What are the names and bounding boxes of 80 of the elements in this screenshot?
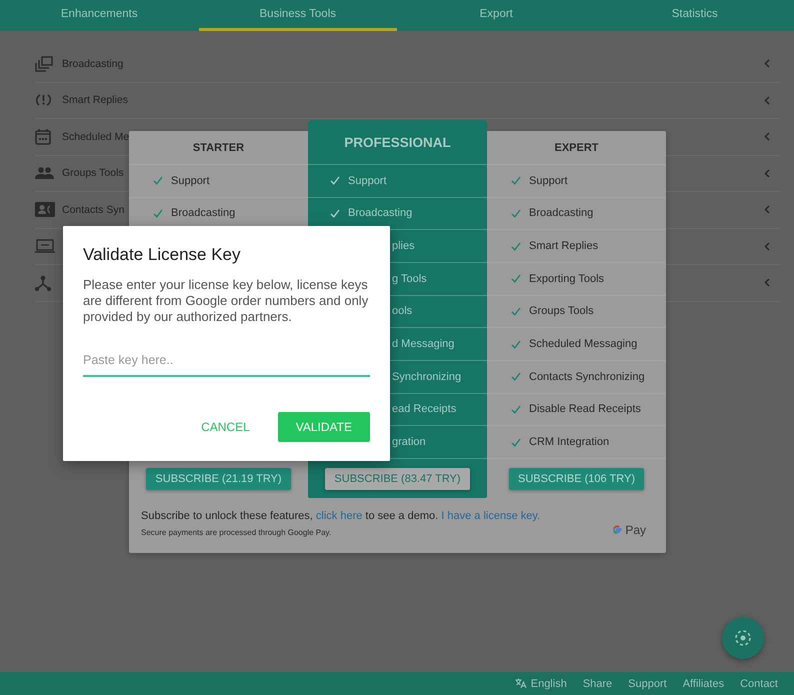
- check-icon: [511, 306, 521, 316]
- dialog-title: Validate License Key: [83, 245, 242, 265]
- dialog-message: Please enter your license key below, license keys are different from Google order numbers and only provided by our authorized partners.: [83, 277, 370, 325]
- feature-label: CRM Integration: [529, 436, 610, 448]
- sidebar-item[interactable]: Groups Tools: [62, 167, 124, 180]
- plan-name: EXPERT: [553, 140, 600, 156]
- check-icon: [511, 208, 521, 218]
- cancel-button[interactable]: CANCEL: [183, 412, 268, 442]
- feature-label: Support: [171, 174, 210, 187]
- feature-label: d Messaging: [392, 338, 454, 350]
- hierarchy-icon: [35, 274, 51, 291]
- footer-link[interactable]: Contact: [740, 678, 778, 690]
- check-icon: [511, 340, 521, 349]
- contact-card-icon: [35, 202, 55, 218]
- feature-label: ead Receipts: [392, 403, 456, 416]
- target-icon: [734, 629, 752, 647]
- stacked-windows-icon: [35, 56, 53, 72]
- tab[interactable]: Statistics: [596, 0, 794, 31]
- check-icon: [511, 372, 521, 382]
- refresh-alert-icon: [35, 92, 52, 108]
- check-icon: [511, 274, 521, 284]
- tab[interactable]: Export: [397, 0, 596, 31]
- feature-label: Broadcasting: [171, 207, 236, 220]
- footer-link[interactable]: Support: [628, 678, 667, 690]
- check-icon: [153, 176, 163, 186]
- check-icon: [511, 438, 521, 447]
- feature-label: Disable Read Receipts: [529, 403, 641, 416]
- feature-label: Exporting Tools: [529, 272, 604, 285]
- subscribe-button[interactable]: SUBSCRIBE (21.19 TRY): [146, 468, 291, 490]
- feature-label: Groups Tools: [529, 305, 594, 318]
- tab[interactable]: Enhancements: [0, 0, 198, 31]
- payment-note: Secure payments are processed through Google Pay.: [141, 528, 332, 537]
- laptop-icon: [35, 239, 55, 254]
- sidebar-item[interactable]: Smart Replies: [62, 94, 128, 106]
- people-icon: [35, 167, 54, 180]
- feature-label: Synchronizing: [392, 370, 462, 383]
- translate-icon: [514, 678, 527, 689]
- feature-label: g Tools: [392, 272, 427, 285]
- check-icon: [330, 176, 340, 186]
- chevron-left-icon[interactable]: [764, 59, 770, 68]
- feature-label: Broadcasting: [348, 207, 412, 220]
- check-icon: [511, 404, 521, 414]
- g-logo-icon: [611, 524, 624, 536]
- tab[interactable]: Business Tools: [198, 0, 397, 31]
- plan-name: STARTER: [192, 140, 246, 156]
- demo-link[interactable]: click here: [316, 510, 362, 522]
- check-icon: [511, 176, 521, 186]
- feature-label: plies: [392, 240, 415, 252]
- feature-label: gration: [392, 436, 426, 448]
- feature-label: ools: [392, 305, 412, 318]
- chevron-left-icon[interactable]: [764, 278, 770, 288]
- chevron-left-icon[interactable]: [764, 205, 770, 214]
- footer-link[interactable]: Affiliates: [682, 678, 724, 690]
- check-icon: [330, 208, 340, 218]
- chevron-left-icon[interactable]: [764, 96, 770, 105]
- feature-label: Smart Replies: [529, 240, 598, 252]
- language-link[interactable]: English: [530, 678, 567, 690]
- license-key-link[interactable]: I have a license key.: [441, 510, 540, 522]
- footer-link[interactable]: Share: [582, 678, 612, 690]
- pay-label: Pay: [625, 523, 646, 537]
- check-icon: [511, 242, 521, 251]
- floating-action-button[interactable]: [722, 617, 764, 659]
- feature-label: Support: [529, 174, 568, 187]
- chevron-left-icon[interactable]: [764, 242, 770, 251]
- chevron-left-icon[interactable]: [764, 132, 770, 142]
- validate-button[interactable]: VALIDATE: [278, 412, 370, 442]
- subscribe-button[interactable]: SUBSCRIBE (83.47 TRY): [325, 468, 470, 490]
- sidebar-item[interactable]: Scheduled Me: [62, 130, 130, 143]
- sidebar-item[interactable]: Broadcasting: [62, 58, 124, 70]
- plan-name: PROFESSIONAL: [343, 134, 452, 152]
- sidebar-item[interactable]: Contacts Syn: [62, 204, 124, 216]
- check-icon: [153, 208, 163, 218]
- subscribe-message: Subscribe to unlock these features, click here to see a demo. I have a license key.: [141, 510, 542, 522]
- feature-label: Contacts Synchronizing: [529, 370, 645, 383]
- feature-label: Scheduled Messaging: [529, 338, 638, 350]
- chevron-left-icon[interactable]: [764, 168, 770, 178]
- subscribe-button[interactable]: SUBSCRIBE (106 TRY): [509, 468, 644, 490]
- feature-label: Support: [348, 174, 387, 187]
- feature-label: Broadcasting: [529, 207, 594, 220]
- calendar-icon: [35, 128, 51, 146]
